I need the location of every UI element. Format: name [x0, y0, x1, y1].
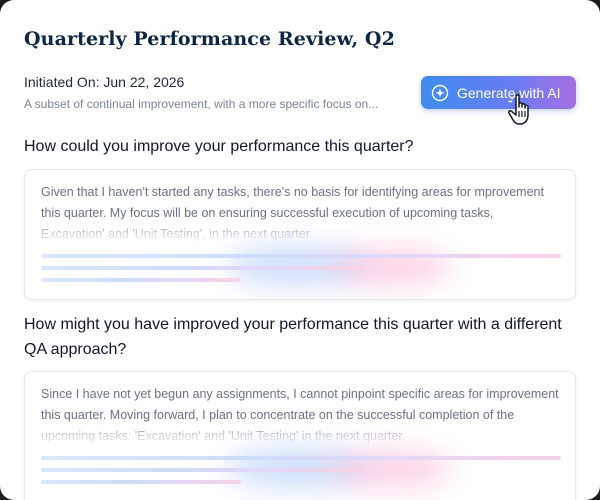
review-description: A subset of continual improvement, with … — [24, 97, 379, 111]
shimmer-bar — [41, 480, 241, 484]
answer-1-text: Given that I haven't started any tasks, … — [41, 185, 544, 241]
shimmer-bar — [41, 456, 561, 460]
shimmer-bar — [41, 278, 241, 282]
answer-1-field[interactable]: Given that I haven't started any tasks, … — [24, 169, 576, 300]
shimmer-bar — [41, 254, 561, 258]
answer-2-field[interactable]: Since I have not yet begun any assignmen… — [24, 371, 576, 500]
shimmer-bar — [41, 468, 363, 472]
review-card: Quarterly Performance Review, Q2 Initiat… — [0, 0, 600, 500]
question-1: How could you improve your performance t… — [24, 138, 414, 155]
generate-with-ai-button[interactable]: Generate with AI — [421, 76, 576, 109]
initiated-date: Initiated On: Jun 22, 2026 — [24, 74, 185, 90]
answer-2-text: Since I have not yet begun any assignmen… — [41, 387, 559, 443]
page-title: Quarterly Performance Review, Q2 — [24, 28, 395, 50]
sparkle-compass-icon — [431, 84, 449, 102]
hand-cursor-icon — [508, 94, 529, 125]
question-2: How might you have improved your perform… — [24, 316, 562, 358]
shimmer-bar — [41, 266, 363, 270]
